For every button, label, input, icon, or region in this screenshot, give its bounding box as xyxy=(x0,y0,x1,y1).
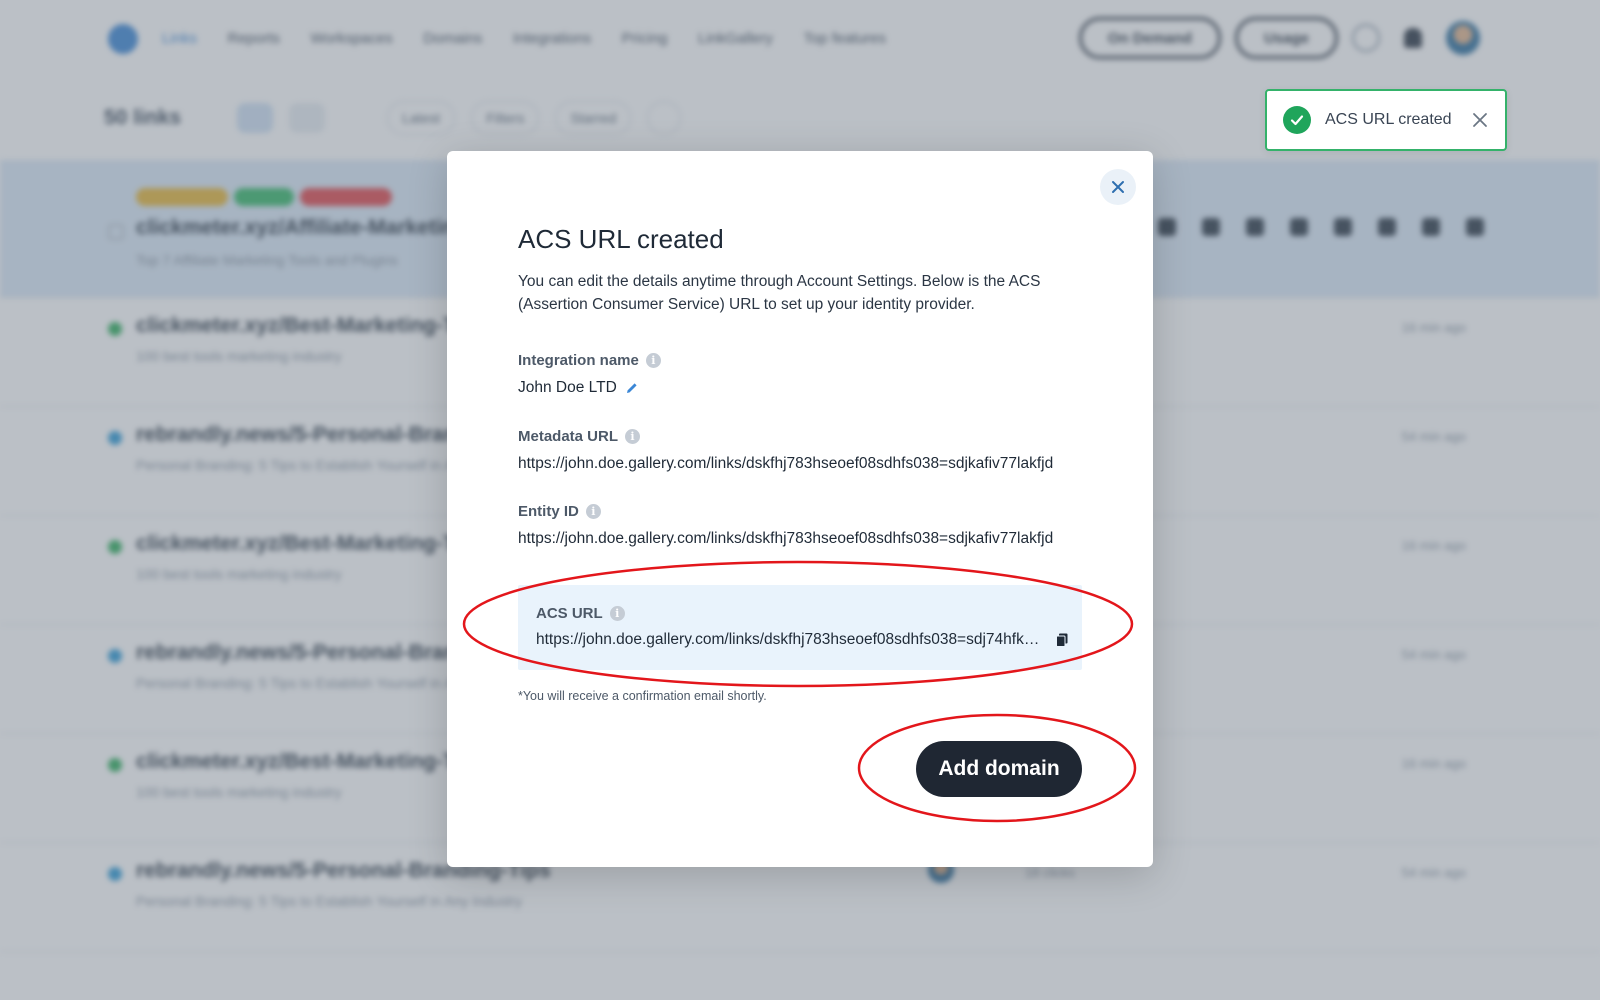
integration-name-label: Integration name i xyxy=(518,352,661,369)
entity-id-label: Entity ID i xyxy=(518,503,601,520)
add-domain-button[interactable]: Add domain xyxy=(916,741,1082,797)
metadata-url-text: https://john.doe.gallery.com/links/dskfh… xyxy=(518,455,1054,472)
info-icon[interactable]: i xyxy=(645,353,661,368)
acs-url-box: ACS URL i https://john.doe.gallery.com/l… xyxy=(518,585,1082,670)
confirmation-footnote: *You will receive a confirmation email s… xyxy=(518,689,767,703)
info-icon[interactable]: i xyxy=(609,606,625,621)
info-icon[interactable]: i xyxy=(585,504,601,519)
modal-close-button[interactable] xyxy=(1100,169,1136,205)
modal-description: You can edit the details anytime through… xyxy=(518,273,1041,313)
acs-url-label: ACS URL i xyxy=(536,605,625,622)
pencil-icon[interactable] xyxy=(625,381,639,395)
metadata-url-value: https://john.doe.gallery.com/links/dskfh… xyxy=(518,455,1078,473)
acs-url-value: https://john.doe.gallery.com/links/dskfh… xyxy=(536,631,1040,648)
metadata-url-label: Metadata URL i xyxy=(518,428,641,445)
integration-name-text: John Doe LTD xyxy=(518,379,617,396)
acs-url-modal: ACS URL created You can edit the details… xyxy=(447,151,1153,867)
integration-name-value: John Doe LTD xyxy=(518,379,1078,397)
entity-id-value: https://john.doe.gallery.com/links/dskfh… xyxy=(518,530,1078,548)
check-circle-icon xyxy=(1283,106,1311,134)
acs-url-label-text: ACS URL xyxy=(536,605,603,622)
info-icon[interactable]: i xyxy=(625,429,641,444)
close-icon xyxy=(1112,181,1124,193)
copy-icon[interactable] xyxy=(1056,633,1068,647)
entity-id-text: https://john.doe.gallery.com/links/dskfh… xyxy=(518,530,1054,547)
toast-message: ACS URL created xyxy=(1325,111,1452,128)
metadata-url-label-text: Metadata URL xyxy=(518,428,619,445)
entity-id-label-text: Entity ID xyxy=(518,503,579,520)
modal-title: ACS URL created xyxy=(518,224,724,254)
close-icon[interactable] xyxy=(1471,111,1489,129)
integration-name-label-text: Integration name xyxy=(518,352,639,369)
success-toast: ACS URL created xyxy=(1265,89,1507,151)
